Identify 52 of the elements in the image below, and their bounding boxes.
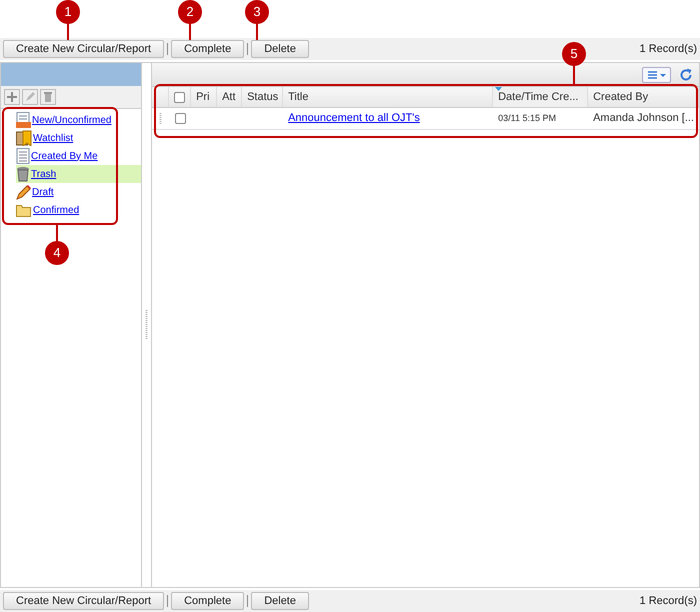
toolbar-button[interactable]: Delete — [251, 592, 309, 610]
column-header[interactable]: Status — [242, 87, 284, 107]
folder-item[interactable]: New/Unconfirmed — [16, 111, 142, 129]
folder-item[interactable]: Watchlist — [16, 129, 142, 147]
bookmark-clipboard-icon — [16, 130, 32, 146]
new-document-icon — [16, 112, 31, 128]
leader-line — [573, 64, 575, 84]
column-menu-button[interactable] — [642, 66, 671, 82]
select-all-checkbox[interactable] — [174, 92, 186, 102]
document-icon — [16, 148, 30, 164]
drag-handle-icon[interactable] — [159, 112, 162, 124]
menu-dropdown-icon — [646, 70, 666, 80]
toolbar-button[interactable]: Create New Circular/Report — [3, 40, 164, 58]
leader-line — [67, 22, 69, 40]
toolbar-button[interactable]: Complete — [171, 592, 244, 610]
delete-icon[interactable] — [40, 89, 56, 105]
folder-link[interactable]: Trash — [31, 166, 56, 182]
column-header[interactable]: Date/Time Cre... — [493, 87, 588, 107]
record-count: 1 Record(s) — [640, 594, 697, 609]
refresh-icon[interactable] — [679, 68, 693, 82]
folder-icon — [16, 204, 32, 216]
row-checkbox[interactable] — [174, 113, 186, 124]
folder-item[interactable]: Confirmed — [16, 201, 142, 219]
callout-badge: 1 — [56, 0, 80, 24]
leader-line — [189, 22, 191, 40]
callout-badge: 3 — [245, 0, 269, 24]
add-icon[interactable] — [4, 89, 20, 105]
pencil-icon — [16, 184, 31, 200]
title-link[interactable]: Announcement to all OJT's — [288, 110, 420, 127]
column-header[interactable]: Created By — [588, 87, 699, 107]
folder-link[interactable]: Draft — [32, 184, 54, 200]
record-count: 1 Record(s) — [640, 42, 697, 57]
toolbar-button[interactable]: Complete — [171, 40, 244, 58]
column-header[interactable]: Pri — [191, 87, 218, 107]
toolbar-button[interactable]: Create New Circular/Report — [3, 592, 164, 610]
column-header[interactable]: Att — [217, 87, 242, 107]
folder-item[interactable]: Trash — [16, 165, 142, 183]
folder-link[interactable]: Created By Me — [31, 148, 98, 164]
callout-badge: 2 — [178, 0, 202, 24]
folder-link[interactable]: New/Unconfirmed — [32, 112, 112, 128]
folder-item[interactable]: Created By Me — [16, 147, 142, 165]
edit-icon[interactable] — [22, 89, 38, 105]
leader-line — [256, 22, 258, 40]
trash-can-icon — [16, 166, 30, 182]
table-cell-text: Amanda Johnson [... — [593, 111, 694, 126]
callout-badge: 4 — [45, 241, 69, 265]
folder-link[interactable]: Confirmed — [33, 202, 80, 218]
toolbar-button[interactable]: Delete — [251, 40, 309, 58]
folder-item[interactable]: Draft — [16, 183, 142, 201]
folder-link[interactable]: Watchlist — [33, 130, 74, 146]
splitter-grip-icon[interactable] — [145, 310, 148, 340]
table-cell-text: 03/11 5:15 PM — [498, 112, 556, 125]
